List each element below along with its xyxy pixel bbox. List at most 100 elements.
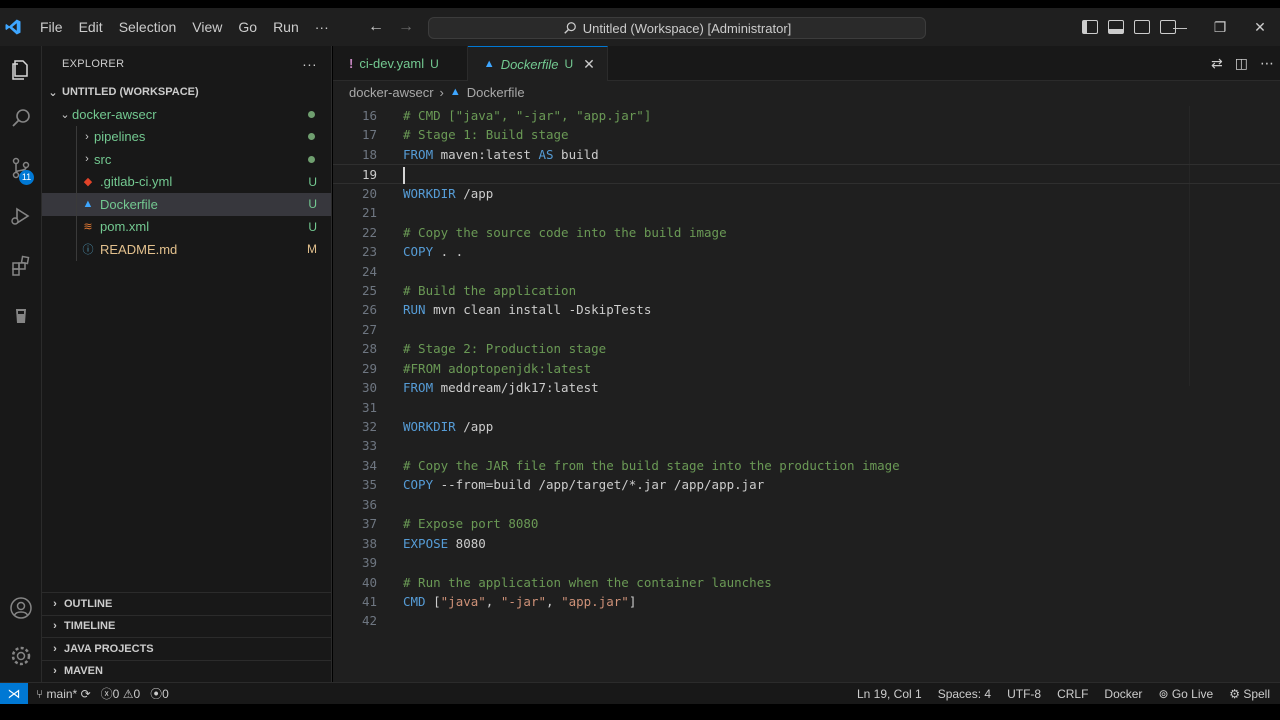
command-center[interactable]: Untitled (Workspace) [Administrator]	[428, 17, 926, 39]
tree-item[interactable]: › src	[42, 148, 331, 171]
line-text: FROM meddream/jdk17:latest	[403, 378, 599, 397]
menu-item[interactable]: Edit	[71, 8, 111, 46]
code-line[interactable]: 24	[333, 262, 1280, 281]
code-line[interactable]: 23 COPY . .	[333, 242, 1280, 261]
code-line[interactable]: 39	[333, 553, 1280, 572]
spell-check-button[interactable]: ⚙ Spell	[1229, 687, 1270, 701]
rss-xml-icon: ≋	[83, 221, 93, 234]
ports-indicator[interactable]: ⦿0	[150, 685, 169, 702]
code-editor[interactable]: 16 # CMD ["java", "-jar", "app.jar"] 17 # S…	[333, 106, 1280, 631]
more-actions-icon[interactable]: ⋯	[1260, 55, 1274, 72]
menu-item[interactable]: View	[184, 8, 230, 46]
code-line[interactable]: 32 WORKDIR /app	[333, 417, 1280, 436]
docker-icon[interactable]	[0, 296, 42, 336]
code-line[interactable]: 31	[333, 398, 1280, 417]
menu-item[interactable]: ···	[307, 8, 337, 46]
code-line[interactable]: 22 # Copy the source code into the build …	[333, 223, 1280, 242]
code-line[interactable]: 29 #FROM adoptopenjdk:latest	[333, 359, 1280, 378]
tree-item[interactable]: ◆ .gitlab-ci.yml U	[42, 170, 331, 193]
remote-indicator-icon[interactable]: ⋊	[0, 682, 28, 705]
code-token: maven:latest	[433, 146, 539, 162]
code-line[interactable]: 34 # Copy the JAR file from the build sta…	[333, 456, 1280, 475]
code-line[interactable]: 40 # Run the application when the contain…	[333, 573, 1280, 592]
line-endings[interactable]: CRLF	[1057, 687, 1088, 701]
problems-indicator[interactable]: ⓧ0 ⚠0	[101, 685, 141, 702]
sidebar-section[interactable]: › OUTLINE	[42, 592, 331, 615]
code-line[interactable]: 21	[333, 203, 1280, 222]
close-icon[interactable]: ✕	[583, 56, 595, 73]
code-line[interactable]: 18 FROM maven:latest AS build	[333, 145, 1280, 164]
breadcrumb-file[interactable]: Dockerfile	[467, 85, 525, 100]
sidebar-section[interactable]: › MAVEN	[42, 659, 331, 683]
language-mode[interactable]: Docker	[1104, 687, 1142, 701]
code-line[interactable]: 28 # Stage 2: Production stage	[333, 339, 1280, 358]
editor-tab[interactable]: ! ci-dev.yaml U	[333, 46, 468, 81]
code-line[interactable]: 20 WORKDIR /app	[333, 184, 1280, 203]
code-token: # Copy the JAR file from the build stage…	[403, 457, 900, 473]
menu-item[interactable]: Run	[265, 8, 307, 46]
code-token: . .	[433, 244, 464, 260]
code-line[interactable]: 35 COPY --from=build /app/target/*.jar /a…	[333, 475, 1280, 494]
code-line[interactable]: 25 # Build the application	[333, 281, 1280, 300]
restore-icon[interactable]: ❐	[1200, 19, 1240, 36]
indentation[interactable]: Spaces: 4	[938, 687, 991, 701]
error-icon: ⓧ	[100, 687, 113, 701]
line-text: #FROM adoptopenjdk:latest	[403, 359, 591, 378]
forward-arrow-icon[interactable]: →	[398, 18, 414, 36]
code-line[interactable]: 38 EXPOSE 8080	[333, 534, 1280, 553]
go-live-button[interactable]: ⊚ Go Live	[1158, 687, 1213, 701]
tree-item[interactable]: ▲ Dockerfile U	[42, 193, 331, 216]
gear-icon[interactable]	[0, 636, 42, 676]
code-line[interactable]: 33	[333, 436, 1280, 455]
compare-changes-icon[interactable]: ⇄	[1211, 55, 1223, 72]
explorer-header: EXPLORER ···	[42, 46, 331, 81]
tree-item[interactable]: › pipelines	[42, 125, 331, 148]
tree-item[interactable]: ≋ pom.xml U	[42, 215, 331, 238]
line-number: 25	[361, 282, 377, 298]
code-token: WORKDIR	[403, 185, 456, 201]
cursor-position[interactable]: Ln 19, Col 1	[857, 687, 922, 701]
extensions-icon[interactable]	[0, 246, 42, 286]
toggle-primary-sidebar-icon[interactable]	[1082, 20, 1098, 34]
more-actions-icon[interactable]: ···	[302, 56, 317, 72]
menu-item[interactable]: Selection	[111, 8, 185, 46]
code-line[interactable]: 17 # Stage 1: Build stage	[333, 125, 1280, 144]
code-line[interactable]: 30 FROM meddream/jdk17:latest	[333, 378, 1280, 397]
section-title: OUTLINE	[64, 597, 113, 610]
indent-guide	[76, 215, 77, 238]
code-line[interactable]: 16 # CMD ["java", "-jar", "app.jar"]	[333, 106, 1280, 125]
line-number: 39	[361, 555, 377, 571]
code-line[interactable]: 41 CMD ["java", "-jar", "app.jar"]	[333, 592, 1280, 611]
explorer-icon[interactable]	[0, 50, 42, 90]
sidebar-section[interactable]: › TIMELINE	[42, 614, 331, 638]
menu-item[interactable]: File	[32, 8, 71, 46]
sidebar-section[interactable]: › JAVA PROJECTS	[42, 637, 331, 660]
editor-tab[interactable]: ▲ Dockerfile U ✕	[467, 46, 608, 81]
search-icon[interactable]	[0, 98, 42, 138]
encoding[interactable]: UTF-8	[1007, 687, 1041, 701]
code-line[interactable]: 26 RUN mvn clean install -DskipTests	[333, 300, 1280, 319]
line-text: COPY --from=build /app/target/*.jar /app…	[403, 475, 764, 494]
code-line[interactable]: 42	[333, 611, 1280, 630]
toggle-secondary-sidebar-icon[interactable]	[1134, 20, 1150, 34]
breadcrumb-folder[interactable]: docker-awsecr	[349, 85, 434, 100]
title-bar: File Edit Selection View Go Run ··· ← → Untitl…	[0, 8, 1280, 46]
code-line[interactable]: 36	[333, 495, 1280, 514]
close-window-icon[interactable]: ✕	[1240, 19, 1280, 36]
toggle-panel-icon[interactable]	[1108, 20, 1124, 34]
window-controls: — ❐ ✕	[1160, 8, 1280, 46]
branch-indicator[interactable]: ⑂ main* ⟳	[36, 687, 91, 701]
split-editor-icon[interactable]: ◫	[1235, 55, 1248, 72]
tree-item[interactable]: ⓘ README.md M	[42, 238, 331, 261]
run-debug-icon[interactable]	[0, 196, 42, 236]
back-arrow-icon[interactable]: ←	[368, 18, 384, 36]
menu-item[interactable]: Go	[230, 8, 265, 46]
tree-item[interactable]: ⌄ docker-awsecr	[42, 103, 331, 126]
code-line[interactable]: 19	[333, 164, 1280, 185]
minimize-icon[interactable]: —	[1160, 19, 1200, 35]
workspace-section[interactable]: ⌄ UNTITLED (WORKSPACE)	[42, 81, 331, 103]
account-icon[interactable]	[0, 588, 42, 628]
code-line[interactable]: 37 # Expose port 8080	[333, 514, 1280, 533]
code-line[interactable]: 27	[333, 320, 1280, 339]
indent-guide	[76, 148, 77, 171]
